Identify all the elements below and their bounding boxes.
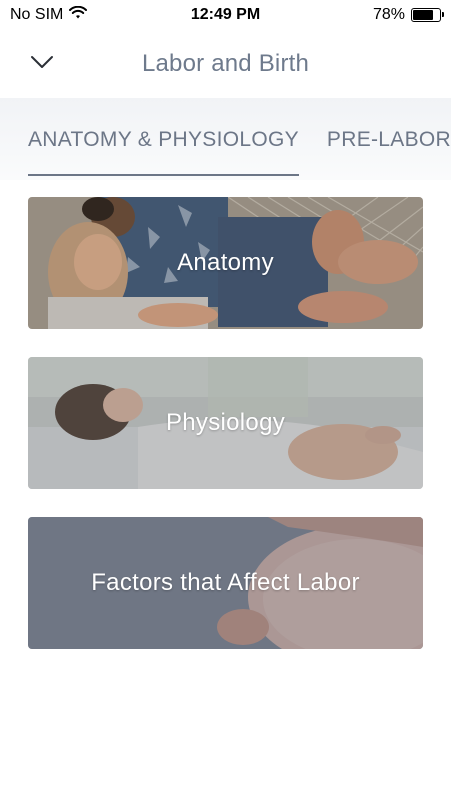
factors-card-label: Factors that Affect Labor xyxy=(91,569,360,596)
nav-bar: Labor and Birth xyxy=(0,30,451,98)
wifi-icon xyxy=(69,5,88,25)
back-button[interactable] xyxy=(24,46,60,82)
battery-fill xyxy=(413,10,434,20)
tab-list: ANATOMY & PHYSIOLOGY PRE-LABOR xyxy=(28,98,451,180)
status-right: 78% xyxy=(372,6,444,24)
tab-anatomy-physiology[interactable]: ANATOMY & PHYSIOLOGY xyxy=(28,98,299,180)
page-title: Labor and Birth xyxy=(141,50,310,77)
card-list: Anatomy Physiology Factors that Affect L… xyxy=(28,197,423,677)
carrier-text: No SIM xyxy=(10,6,64,23)
tab-pre-labor[interactable]: PRE-LABOR xyxy=(327,98,451,180)
tab-strip: ANATOMY & PHYSIOLOGY PRE-LABOR xyxy=(0,98,451,180)
battery-icon xyxy=(411,8,444,22)
physiology-card[interactable]: Physiology xyxy=(28,357,423,489)
physiology-card-label: Physiology xyxy=(165,409,286,436)
factors-card[interactable]: Factors that Affect Labor xyxy=(28,517,423,649)
status-bar: No SIM 12:49 PM 78% xyxy=(0,0,451,30)
anatomy-card-label: Anatomy xyxy=(177,249,274,276)
chevron-down-icon xyxy=(30,55,54,74)
battery-percentage: 78% xyxy=(372,6,405,23)
status-left: No SIM xyxy=(10,5,88,25)
anatomy-card[interactable]: Anatomy xyxy=(28,197,423,329)
